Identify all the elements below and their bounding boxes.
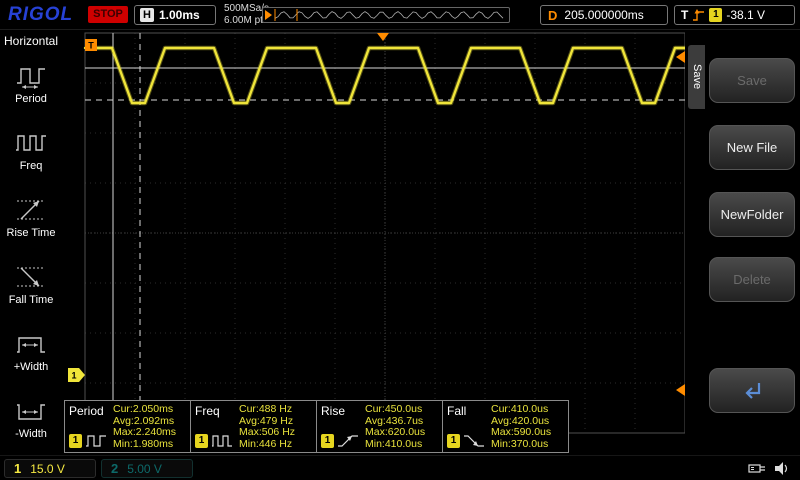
measurement-row: Cur:2.050ms <box>113 404 190 416</box>
channel2-status[interactable]: 2 5.00 V <box>101 459 193 478</box>
measurement-row: Cur:410.0us <box>491 404 568 416</box>
source-badge: 1 <box>69 434 82 448</box>
source-badge: 1 <box>195 434 208 448</box>
enter-arrow-icon <box>737 379 767 403</box>
status-bar: RIGOL STOP H 1.00ms 500MSa/s 6.00M pts D… <box>0 0 800 30</box>
fall-measure-icon <box>463 433 485 449</box>
horizontal-timebase-readout[interactable]: H 1.00ms <box>134 5 216 25</box>
return-button[interactable] <box>709 368 795 413</box>
measurement-panel-period: Period 1 Cur:2.050ms Avg:2.092ms Max:2.2… <box>64 400 191 453</box>
channel2-scale: 5.00 V <box>127 462 162 476</box>
freq-icon <box>14 129 48 157</box>
menu-item-freq[interactable]: Freq <box>0 117 62 184</box>
rise-measure-icon <box>337 433 359 449</box>
channel1-number: 1 <box>14 461 21 476</box>
channel1-status[interactable]: 1 15.0 V <box>4 459 96 478</box>
menu-item-label: +Width <box>14 361 49 373</box>
plus-width-icon <box>14 330 48 358</box>
menu-item-label: Period <box>15 93 47 105</box>
menu-item-fall-time[interactable]: Fall Time <box>0 251 62 318</box>
h-label: H <box>140 8 154 22</box>
waveform-display[interactable]: T1 <box>62 30 685 455</box>
measurement-row: Cur:488 Hz <box>239 404 316 416</box>
source-badge: 1 <box>321 434 334 448</box>
channel-bar: 1 15.0 V 2 5.00 V <box>0 455 800 480</box>
rigol-logo: RIGOL <box>8 4 73 26</box>
measurement-row: Cur:450.0us <box>365 404 442 416</box>
measurement-row: Min:1.980ms <box>113 439 190 451</box>
timebase-value: 1.00ms <box>159 8 200 22</box>
trigger-source-badge: 1 <box>709 8 722 22</box>
trigger-label: T <box>681 8 688 22</box>
menu-page-tab: Save <box>688 45 705 109</box>
channel2-number: 2 <box>111 461 118 476</box>
delay-label: D <box>548 8 557 23</box>
measurement-name: Freq <box>195 404 238 418</box>
menu-item-minus-width[interactable]: -Width <box>0 385 62 452</box>
delay-value: 205.000000ms <box>564 8 643 22</box>
new-folder-button[interactable]: NewFolder <box>709 192 795 237</box>
period-icon <box>14 62 48 90</box>
channel1-scale: 15.0 V <box>30 462 65 476</box>
save-button[interactable]: Save <box>709 58 795 103</box>
rise-time-icon <box>14 196 48 224</box>
measurement-panel-fall: Fall 1 Cur:410.0us Avg:420.0us Max:590.0… <box>442 400 569 453</box>
source-badge: 1 <box>447 434 460 448</box>
trigger-level-value: -38.1 V <box>726 8 765 22</box>
menu-item-label: Freq <box>20 160 43 172</box>
delete-button[interactable]: Delete <box>709 257 795 302</box>
preview-waveform-icon <box>263 8 509 22</box>
menu-item-rise-time[interactable]: Rise Time <box>0 184 62 251</box>
freq-measure-icon <box>211 433 233 449</box>
usb-icon <box>748 461 768 476</box>
minus-width-icon <box>14 397 48 425</box>
run-state-badge[interactable]: STOP <box>88 6 128 23</box>
measurement-row: Min:410.0us <box>365 439 442 451</box>
menu-title: Horizontal <box>0 30 62 50</box>
rising-edge-icon <box>692 8 705 22</box>
menu-item-plus-width[interactable]: +Width <box>0 318 62 385</box>
menu-item-label: Fall Time <box>9 294 54 306</box>
horizontal-measure-menu: Horizontal Period Freq Rise Time <box>0 30 62 456</box>
measurement-row: Min:370.0us <box>491 439 568 451</box>
fall-time-icon <box>14 263 48 291</box>
measurement-name: Rise <box>321 404 364 418</box>
speaker-icon <box>774 461 792 476</box>
measurement-row: Min:446 Hz <box>239 439 316 451</box>
menu-item-label: Rise Time <box>7 227 56 239</box>
new-file-button[interactable]: New File <box>709 125 795 170</box>
graticule-and-trace: T1 <box>62 30 685 455</box>
measurement-name: Fall <box>447 404 490 418</box>
measurement-name: Period <box>69 404 112 418</box>
menu-item-label: -Width <box>15 428 47 440</box>
save-menu: Save Save New File NewFolder Delete <box>685 30 800 455</box>
svg-text:1: 1 <box>71 371 76 381</box>
oscilloscope-screen: RIGOL STOP H 1.00ms 500MSa/s 6.00M pts D… <box>0 0 800 480</box>
waveform-position-bar[interactable] <box>262 7 510 23</box>
svg-text:T: T <box>88 41 94 51</box>
measurement-panel-freq: Freq 1 Cur:488 Hz Avg:479 Hz Max:506 Hz … <box>190 400 317 453</box>
menu-item-period[interactable]: Period <box>0 50 62 117</box>
delay-readout[interactable]: D 205.000000ms <box>540 5 668 25</box>
trigger-readout[interactable]: T 1 -38.1 V <box>674 5 795 25</box>
measurement-panel-rise: Rise 1 Cur:450.0us Avg:436.7us Max:620.0… <box>316 400 443 453</box>
period-measure-icon <box>85 433 107 449</box>
